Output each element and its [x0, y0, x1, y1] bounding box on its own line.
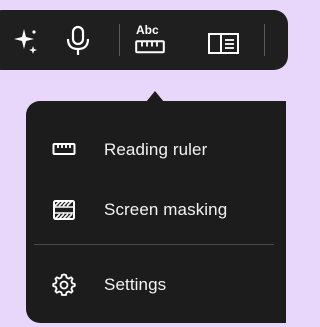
- immersive-reader-icon[interactable]: [207, 31, 241, 55]
- screen-mask-icon: [53, 200, 75, 220]
- sparkle-icon[interactable]: [10, 26, 40, 56]
- reading-toolbar: Abc: [0, 10, 288, 70]
- menu-item-settings[interactable]: Settings: [26, 260, 286, 310]
- menu-item-screen-masking[interactable]: Screen masking: [26, 185, 286, 235]
- toolbar-separator: [264, 24, 265, 56]
- reading-tools-menu: Reading ruler Screen masking Settings: [26, 101, 286, 323]
- menu-item-label: Screen masking: [104, 200, 228, 219]
- gear-icon: [52, 273, 76, 296]
- abc-ruler-icon[interactable]: Abc: [135, 23, 167, 57]
- toolbar-separator: [119, 24, 120, 56]
- menu-item-reading-ruler[interactable]: Reading ruler: [26, 125, 286, 175]
- menu-item-label: Reading ruler: [104, 140, 208, 159]
- menu-item-label: Settings: [104, 275, 167, 294]
- abc-ruler-icon-text: Abc: [136, 23, 159, 37]
- ruler-icon: [52, 143, 76, 155]
- menu-divider: [34, 244, 274, 245]
- microphone-icon[interactable]: [63, 25, 93, 57]
